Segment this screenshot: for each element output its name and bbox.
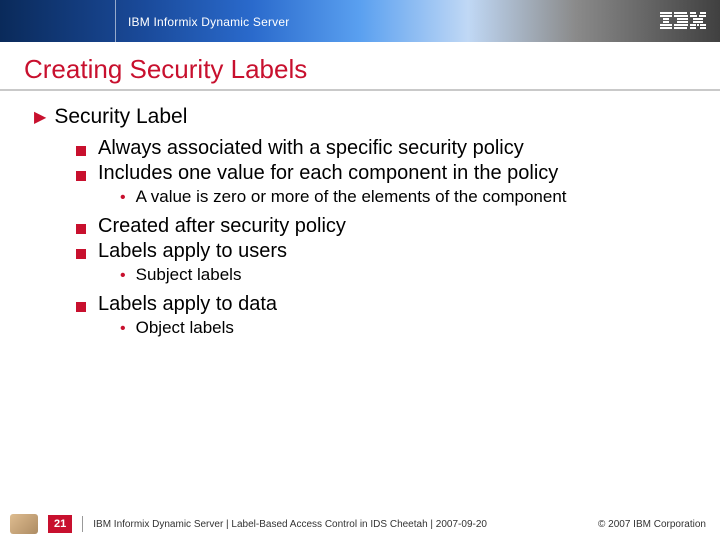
bullet-level3: • Subject labels bbox=[120, 265, 690, 287]
dot-bullet-icon: • bbox=[120, 318, 126, 340]
title-area: Creating Security Labels bbox=[0, 42, 720, 91]
triangle-bullet-icon: ▶ bbox=[34, 105, 46, 131]
ibm-logo-icon bbox=[660, 12, 706, 30]
bullet-text: Object labels bbox=[136, 318, 234, 338]
header-product-name: IBM Informix Dynamic Server bbox=[22, 13, 289, 29]
bullet-text: Security Label bbox=[54, 105, 187, 129]
square-bullet-icon bbox=[76, 171, 86, 181]
footer-left: 21 IBM Informix Dynamic Server | Label-B… bbox=[10, 514, 487, 534]
footer-text: IBM Informix Dynamic Server | Label-Base… bbox=[93, 519, 487, 530]
slide: IBM Informix Dynamic Server bbox=[0, 0, 720, 540]
bullet-level2: Labels apply to data bbox=[76, 293, 690, 316]
bullet-level2: Labels apply to users bbox=[76, 240, 690, 263]
divider-icon bbox=[82, 516, 83, 532]
square-bullet-icon bbox=[76, 146, 86, 156]
bullet-level2: Created after security policy bbox=[76, 215, 690, 238]
copyright-text: © 2007 IBM Corporation bbox=[598, 519, 706, 530]
bullet-text: Includes one value for each component in… bbox=[98, 162, 558, 185]
header-bar: IBM Informix Dynamic Server bbox=[0, 0, 720, 42]
page-number: 21 bbox=[48, 515, 72, 533]
square-bullet-icon bbox=[76, 249, 86, 259]
bullet-level3: • Object labels bbox=[120, 318, 690, 340]
bullet-level2: Includes one value for each component in… bbox=[76, 162, 690, 185]
bullet-text: Labels apply to data bbox=[98, 293, 277, 316]
dot-bullet-icon: • bbox=[120, 187, 126, 209]
bullet-level3: • A value is zero or more of the element… bbox=[120, 187, 690, 209]
bullet-text: Labels apply to users bbox=[98, 240, 287, 263]
bullet-level1: ▶ Security Label bbox=[34, 105, 690, 131]
footer-graphic-icon bbox=[10, 514, 38, 534]
bullet-text: Always associated with a specific securi… bbox=[98, 137, 524, 160]
footer-bar: 21 IBM Informix Dynamic Server | Label-B… bbox=[0, 508, 720, 540]
slide-title: Creating Security Labels bbox=[24, 54, 696, 85]
square-bullet-icon bbox=[76, 302, 86, 312]
bullet-level2: Always associated with a specific securi… bbox=[76, 137, 690, 160]
square-bullet-icon bbox=[76, 224, 86, 234]
slide-content: ▶ Security Label Always associated with … bbox=[0, 91, 720, 508]
bullet-text: A value is zero or more of the elements … bbox=[136, 187, 567, 207]
bullet-text: Subject labels bbox=[136, 265, 242, 285]
bullet-text: Created after security policy bbox=[98, 215, 346, 238]
dot-bullet-icon: • bbox=[120, 265, 126, 287]
